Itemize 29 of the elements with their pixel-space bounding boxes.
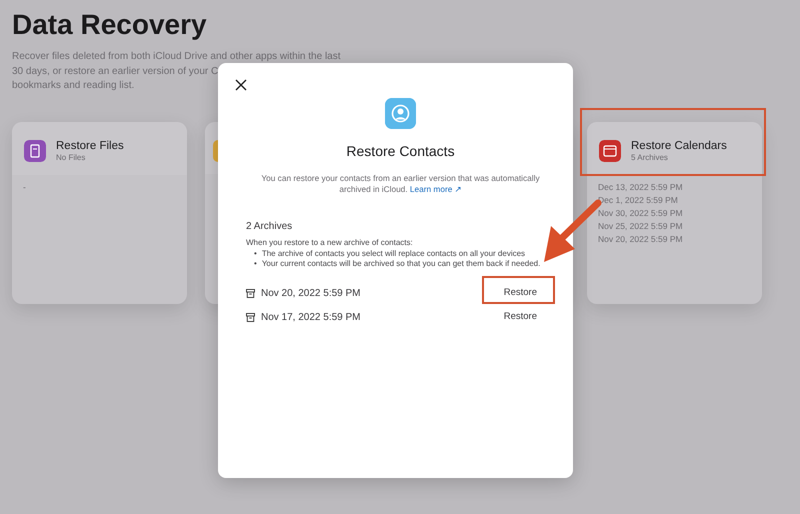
description-text: Recover files deleted from both iCloud Drive and other apps within the last bbox=[12, 50, 341, 64]
description-text: bookmarks and reading list. bbox=[12, 79, 134, 93]
archive-icon bbox=[246, 313, 255, 322]
bullet-icon: • bbox=[254, 248, 257, 259]
learn-more-link[interactable]: Learn more ↗ bbox=[410, 184, 462, 194]
info-text: When you restore to a new archive of contacts: bbox=[246, 238, 414, 248]
archive-date: Nov 17, 2022 5:59 PM bbox=[261, 311, 361, 325]
archive-icon bbox=[246, 289, 255, 298]
archive-date: Nov 25, 2022 5:59 PM bbox=[598, 220, 684, 232]
bullet-icon: • bbox=[254, 259, 257, 270]
description-text: 30 days, or restore an earlier version of your C bbox=[12, 64, 218, 78]
archive-date: Nov 30, 2022 5:59 PM bbox=[598, 206, 684, 220]
page-title: Data Recovery bbox=[12, 8, 208, 42]
archive-date: Nov 20, 2022 5:59 PM bbox=[261, 287, 361, 301]
contact-icon bbox=[385, 98, 416, 129]
archive-count: 2 Archives bbox=[246, 220, 294, 234]
archive-date: Dec 13, 2022 5:59 PM bbox=[598, 180, 684, 194]
restore-button[interactable]: Restore bbox=[488, 282, 553, 305]
restore-button[interactable]: Restore bbox=[488, 306, 553, 329]
card-subtitle: 5 Archives bbox=[631, 152, 669, 162]
dialog-title: Restore Contacts bbox=[346, 142, 455, 161]
dialog-description: You can restore your contacts from an earlier version that was automatically archived in iCloud. Learn more ↗ bbox=[260, 173, 541, 195]
info-point: Your current contacts will be archived so that you can get them back if needed. bbox=[262, 259, 540, 270]
archive-date: Nov 20, 2022 5:59 PM bbox=[598, 232, 684, 246]
info-point: The archive of contacts you select will replace contacts on all your devices bbox=[262, 248, 526, 259]
card-title: Restore Calendars bbox=[631, 140, 727, 152]
card-title: Restore Files bbox=[56, 140, 124, 152]
archive-date: - bbox=[23, 180, 27, 194]
card-subtitle: No Files bbox=[56, 152, 86, 162]
